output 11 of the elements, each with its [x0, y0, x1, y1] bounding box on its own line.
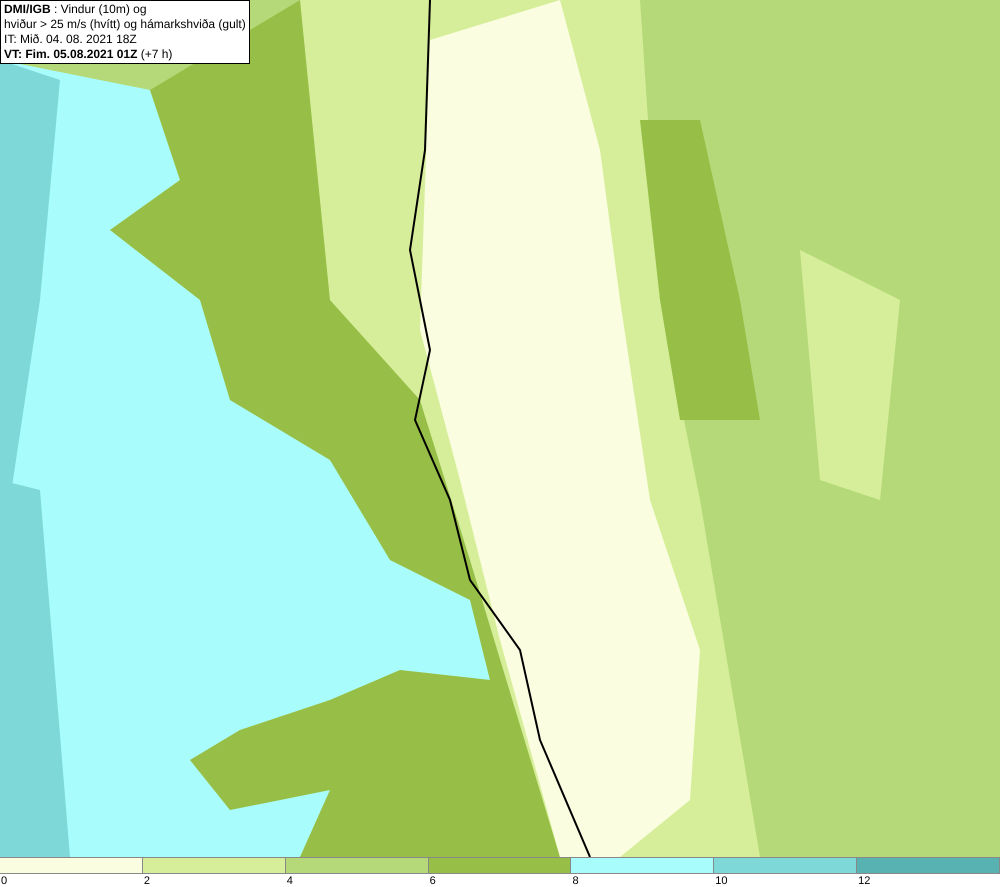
legend-tick-label: 8 [571, 875, 579, 887]
title-line: IT: Mið. 04. 08. 2021 18Z [4, 32, 138, 47]
legend-tick-label: 4 [286, 875, 293, 887]
legend-tick-label: 0 [0, 875, 8, 887]
legend-tick-label: 12 [857, 875, 870, 887]
legend-tick-label: 6 [428, 875, 436, 887]
title-line: VT: Fim. 05.08.2021 01Z (+7 h) [4, 47, 174, 62]
title-line: hviður > 25 m/s (hvítt) og hámarkshviða (gult) [4, 17, 246, 32]
title-line: DMI/IGB : Vindur (10m) og [4, 2, 148, 17]
legend-tick-label: 2 [142, 875, 150, 887]
legend-tick-label: 10 [714, 875, 728, 887]
